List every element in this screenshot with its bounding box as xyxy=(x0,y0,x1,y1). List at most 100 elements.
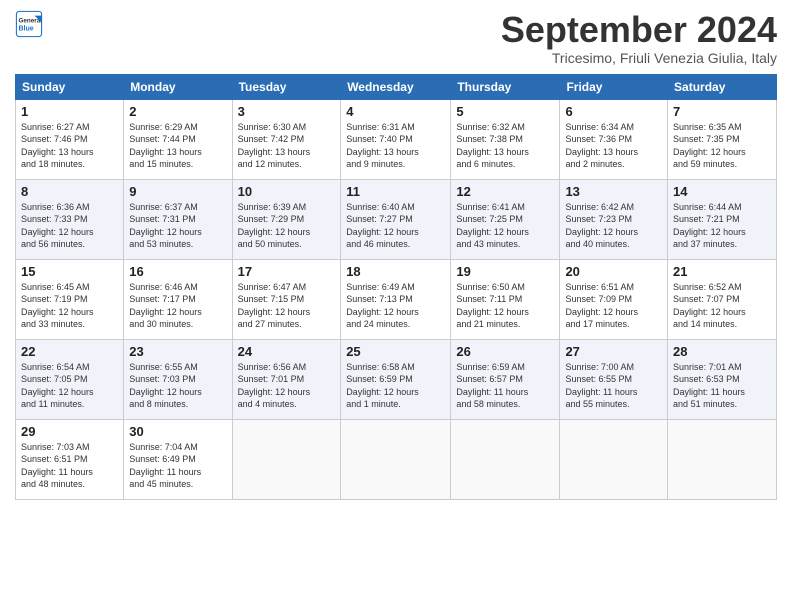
day-number: 3 xyxy=(238,104,336,119)
month-title: September 2024 xyxy=(501,10,777,50)
cell-info: Sunrise: 6:37 AM Sunset: 7:31 PM Dayligh… xyxy=(129,201,226,251)
calendar-cell xyxy=(451,419,560,499)
cell-info: Sunrise: 6:50 AM Sunset: 7:11 PM Dayligh… xyxy=(456,281,554,331)
calendar-cell: 21 Sunrise: 6:52 AM Sunset: 7:07 PM Dayli… xyxy=(668,259,777,339)
location-subtitle: Tricesimo, Friuli Venezia Giulia, Italy xyxy=(501,50,777,66)
cell-info: Sunrise: 6:32 AM Sunset: 7:38 PM Dayligh… xyxy=(456,121,554,171)
day-number: 2 xyxy=(129,104,226,119)
cell-info: Sunrise: 6:31 AM Sunset: 7:40 PM Dayligh… xyxy=(346,121,445,171)
calendar-cell: 24 Sunrise: 6:56 AM Sunset: 7:01 PM Dayli… xyxy=(232,339,341,419)
calendar-cell: 4 Sunrise: 6:31 AM Sunset: 7:40 PM Daylig… xyxy=(341,99,451,179)
calendar-cell: 10 Sunrise: 6:39 AM Sunset: 7:29 PM Dayli… xyxy=(232,179,341,259)
logo-icon: General Blue xyxy=(15,10,43,38)
day-number: 20 xyxy=(565,264,662,279)
day-number: 4 xyxy=(346,104,445,119)
calendar-cell: 26 Sunrise: 6:59 AM Sunset: 6:57 PM Dayli… xyxy=(451,339,560,419)
calendar-cell xyxy=(232,419,341,499)
cell-info: Sunrise: 6:41 AM Sunset: 7:25 PM Dayligh… xyxy=(456,201,554,251)
calendar-cell: 29 Sunrise: 7:03 AM Sunset: 6:51 PM Dayli… xyxy=(16,419,124,499)
cell-info: Sunrise: 6:46 AM Sunset: 7:17 PM Dayligh… xyxy=(129,281,226,331)
cell-info: Sunrise: 6:51 AM Sunset: 7:09 PM Dayligh… xyxy=(565,281,662,331)
calendar-cell: 3 Sunrise: 6:30 AM Sunset: 7:42 PM Daylig… xyxy=(232,99,341,179)
calendar-cell: 25Sunrise: 6:58 AM Sunset: 6:59 PM Dayli… xyxy=(341,339,451,419)
cell-info: Sunrise: 6:35 AM Sunset: 7:35 PM Dayligh… xyxy=(673,121,771,171)
day-number: 15 xyxy=(21,264,118,279)
day-number: 10 xyxy=(238,184,336,199)
cell-info: Sunrise: 6:52 AM Sunset: 7:07 PM Dayligh… xyxy=(673,281,771,331)
day-number: 6 xyxy=(565,104,662,119)
day-number: 22 xyxy=(21,344,118,359)
col-header-saturday: Saturday xyxy=(668,74,777,99)
cell-info: Sunrise: 6:27 AM Sunset: 7:46 PM Dayligh… xyxy=(21,121,118,171)
col-header-friday: Friday xyxy=(560,74,668,99)
calendar-cell: 22Sunrise: 6:54 AM Sunset: 7:05 PM Dayli… xyxy=(16,339,124,419)
day-number: 7 xyxy=(673,104,771,119)
calendar-cell: 20 Sunrise: 6:51 AM Sunset: 7:09 PM Dayli… xyxy=(560,259,668,339)
day-number: 14 xyxy=(673,184,771,199)
cell-info: Sunrise: 6:42 AM Sunset: 7:23 PM Dayligh… xyxy=(565,201,662,251)
day-number: 23 xyxy=(129,344,226,359)
cell-info: Sunrise: 6:36 AM Sunset: 7:33 PM Dayligh… xyxy=(21,201,118,251)
calendar-container: General Blue September 2024 Tricesimo, F… xyxy=(0,0,792,612)
cell-info: Sunrise: 7:00 AM Sunset: 6:55 PM Dayligh… xyxy=(565,361,662,411)
calendar-cell: 14 Sunrise: 6:44 AM Sunset: 7:21 PM Dayli… xyxy=(668,179,777,259)
day-number: 24 xyxy=(238,344,336,359)
day-number: 26 xyxy=(456,344,554,359)
calendar-cell xyxy=(668,419,777,499)
day-number: 25 xyxy=(346,344,445,359)
day-number: 21 xyxy=(673,264,771,279)
calendar-cell: 11 Sunrise: 6:40 AM Sunset: 7:27 PM Dayli… xyxy=(341,179,451,259)
cell-info: Sunrise: 6:30 AM Sunset: 7:42 PM Dayligh… xyxy=(238,121,336,171)
calendar-cell: 9 Sunrise: 6:37 AM Sunset: 7:31 PM Daylig… xyxy=(124,179,232,259)
cell-info: Sunrise: 7:04 AM Sunset: 6:49 PM Dayligh… xyxy=(129,441,226,491)
day-number: 5 xyxy=(456,104,554,119)
calendar-cell: 13 Sunrise: 6:42 AM Sunset: 7:23 PM Dayli… xyxy=(560,179,668,259)
calendar-cell xyxy=(560,419,668,499)
day-number: 28 xyxy=(673,344,771,359)
cell-info: Sunrise: 6:56 AM Sunset: 7:01 PM Dayligh… xyxy=(238,361,336,411)
cell-info: Sunrise: 6:49 AM Sunset: 7:13 PM Dayligh… xyxy=(346,281,445,331)
cell-info: Sunrise: 6:59 AM Sunset: 6:57 PM Dayligh… xyxy=(456,361,554,411)
col-header-thursday: Thursday xyxy=(451,74,560,99)
day-number: 12 xyxy=(456,184,554,199)
calendar-cell: 5 Sunrise: 6:32 AM Sunset: 7:38 PM Daylig… xyxy=(451,99,560,179)
calendar-cell: 16 Sunrise: 6:46 AM Sunset: 7:17 PM Dayli… xyxy=(124,259,232,339)
calendar-cell: 28 Sunrise: 7:01 AM Sunset: 6:53 PM Dayli… xyxy=(668,339,777,419)
day-number: 9 xyxy=(129,184,226,199)
day-number: 18 xyxy=(346,264,445,279)
calendar-cell: 12 Sunrise: 6:41 AM Sunset: 7:25 PM Dayli… xyxy=(451,179,560,259)
cell-info: Sunrise: 6:44 AM Sunset: 7:21 PM Dayligh… xyxy=(673,201,771,251)
day-number: 13 xyxy=(565,184,662,199)
calendar-cell: 2 Sunrise: 6:29 AM Sunset: 7:44 PM Daylig… xyxy=(124,99,232,179)
day-number: 30 xyxy=(129,424,226,439)
calendar-cell: 17Sunrise: 6:47 AM Sunset: 7:15 PM Dayli… xyxy=(232,259,341,339)
cell-info: Sunrise: 6:29 AM Sunset: 7:44 PM Dayligh… xyxy=(129,121,226,171)
cell-info: Sunrise: 6:34 AM Sunset: 7:36 PM Dayligh… xyxy=(565,121,662,171)
col-header-wednesday: Wednesday xyxy=(341,74,451,99)
calendar-cell xyxy=(341,419,451,499)
day-number: 29 xyxy=(21,424,118,439)
col-header-sunday: Sunday xyxy=(16,74,124,99)
calendar-cell: 30 Sunrise: 7:04 AM Sunset: 6:49 PM Dayli… xyxy=(124,419,232,499)
calendar-cell: 27Sunrise: 7:00 AM Sunset: 6:55 PM Dayli… xyxy=(560,339,668,419)
calendar-cell: 15Sunrise: 6:45 AM Sunset: 7:19 PM Dayli… xyxy=(16,259,124,339)
calendar-cell: 18 Sunrise: 6:49 AM Sunset: 7:13 PM Dayli… xyxy=(341,259,451,339)
calendar-cell: 23 Sunrise: 6:55 AM Sunset: 7:03 PM Dayli… xyxy=(124,339,232,419)
header: General Blue September 2024 Tricesimo, F… xyxy=(15,10,777,66)
cell-info: Sunrise: 7:01 AM Sunset: 6:53 PM Dayligh… xyxy=(673,361,771,411)
title-block: September 2024 Tricesimo, Friuli Venezia… xyxy=(501,10,777,66)
day-number: 19 xyxy=(456,264,554,279)
cell-info: Sunrise: 6:39 AM Sunset: 7:29 PM Dayligh… xyxy=(238,201,336,251)
day-number: 11 xyxy=(346,184,445,199)
calendar-cell: 8 Sunrise: 6:36 AM Sunset: 7:33 PM Daylig… xyxy=(16,179,124,259)
cell-info: Sunrise: 6:55 AM Sunset: 7:03 PM Dayligh… xyxy=(129,361,226,411)
cell-info: Sunrise: 6:40 AM Sunset: 7:27 PM Dayligh… xyxy=(346,201,445,251)
col-header-tuesday: Tuesday xyxy=(232,74,341,99)
day-number: 1 xyxy=(21,104,118,119)
day-number: 8 xyxy=(21,184,118,199)
cell-info: Sunrise: 7:03 AM Sunset: 6:51 PM Dayligh… xyxy=(21,441,118,491)
calendar-cell: 1 Sunrise: 6:27 AM Sunset: 7:46 PM Daylig… xyxy=(16,99,124,179)
day-number: 16 xyxy=(129,264,226,279)
calendar-cell: 19 Sunrise: 6:50 AM Sunset: 7:11 PM Dayli… xyxy=(451,259,560,339)
day-number: 17 xyxy=(238,264,336,279)
